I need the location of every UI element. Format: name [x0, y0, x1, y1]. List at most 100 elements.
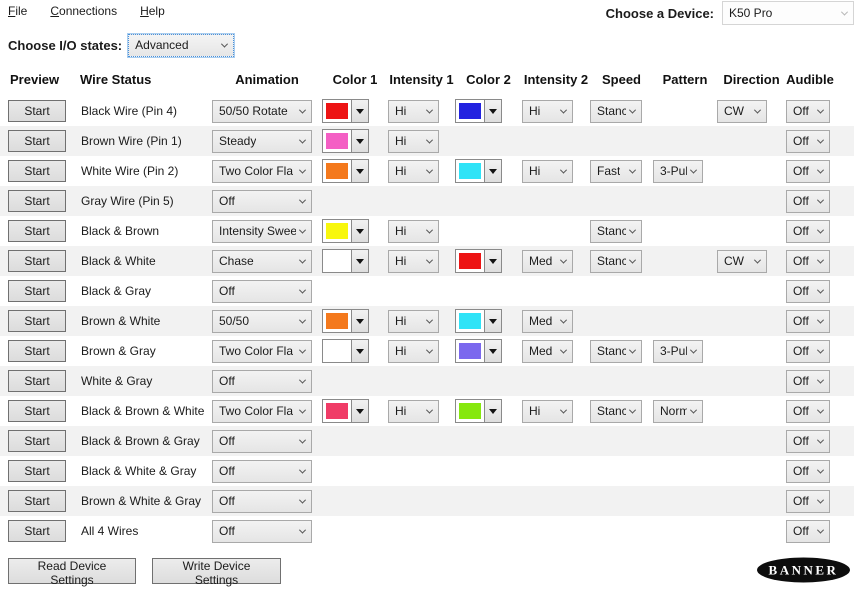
- intensity2-select[interactable]: Med: [522, 310, 573, 333]
- audible-select[interactable]: Off: [786, 100, 830, 123]
- color1-picker-dropdown-button[interactable]: [351, 400, 368, 422]
- start-button[interactable]: Start: [8, 490, 66, 512]
- animation-select[interactable]: Off: [212, 490, 312, 513]
- audible-select[interactable]: Off: [786, 280, 830, 303]
- start-button[interactable]: Start: [8, 430, 66, 452]
- animation-select[interactable]: 50/50 Rotate: [212, 100, 312, 123]
- color1-picker-dropdown-button[interactable]: [351, 250, 368, 272]
- start-button[interactable]: Start: [8, 310, 66, 332]
- audible-select[interactable]: Off: [786, 220, 830, 243]
- start-button[interactable]: Start: [8, 400, 66, 422]
- animation-select[interactable]: Off: [212, 460, 312, 483]
- write-device-settings-button[interactable]: Write Device Settings: [152, 558, 281, 584]
- color2-picker[interactable]: [455, 159, 502, 183]
- color1-picker[interactable]: [322, 219, 369, 243]
- audible-select[interactable]: Off: [786, 430, 830, 453]
- color1-picker[interactable]: [322, 159, 369, 183]
- pattern-select[interactable]: 3-Pul: [653, 160, 703, 183]
- io-states-select[interactable]: Advanced: [128, 34, 234, 57]
- start-button[interactable]: Start: [8, 280, 66, 302]
- color2-picker-dropdown-button[interactable]: [484, 340, 501, 362]
- audible-select[interactable]: Off: [786, 130, 830, 153]
- speed-select[interactable]: Stanc: [590, 400, 642, 423]
- animation-select[interactable]: Intensity Swee: [212, 220, 312, 243]
- intensity2-select[interactable]: Hi: [522, 100, 573, 123]
- pattern-select[interactable]: Norm: [653, 400, 703, 423]
- animation-select[interactable]: Off: [212, 430, 312, 453]
- animation-select[interactable]: 50/50: [212, 310, 312, 333]
- audible-select[interactable]: Off: [786, 520, 830, 543]
- animation-select[interactable]: Chase: [212, 250, 312, 273]
- color1-picker[interactable]: [322, 129, 369, 153]
- menu-connections[interactable]: Connections: [50, 1, 126, 21]
- start-button[interactable]: Start: [8, 460, 66, 482]
- audible-select[interactable]: Off: [786, 340, 830, 363]
- speed-select[interactable]: Stanc: [590, 340, 642, 363]
- color1-picker[interactable]: [322, 99, 369, 123]
- animation-select[interactable]: Off: [212, 520, 312, 543]
- intensity1-select[interactable]: Hi: [388, 310, 439, 333]
- color2-picker[interactable]: [455, 309, 502, 333]
- color1-picker[interactable]: [322, 309, 369, 333]
- start-button[interactable]: Start: [8, 340, 66, 362]
- audible-select[interactable]: Off: [786, 160, 830, 183]
- intensity1-select[interactable]: Hi: [388, 100, 439, 123]
- intensity1-select[interactable]: Hi: [388, 220, 439, 243]
- intensity2-select[interactable]: Med: [522, 250, 573, 273]
- menu-file[interactable]: File: [8, 1, 36, 21]
- animation-select[interactable]: Off: [212, 370, 312, 393]
- color2-picker[interactable]: [455, 99, 502, 123]
- color1-picker-dropdown-button[interactable]: [351, 100, 368, 122]
- start-button[interactable]: Start: [8, 100, 66, 122]
- audible-select[interactable]: Off: [786, 250, 830, 273]
- intensity2-select[interactable]: Hi: [522, 160, 573, 183]
- color1-picker-dropdown-button[interactable]: [351, 220, 368, 242]
- start-button[interactable]: Start: [8, 250, 66, 272]
- color1-picker-dropdown-button[interactable]: [351, 130, 368, 152]
- color1-picker[interactable]: [322, 249, 369, 273]
- pattern-select[interactable]: 3-Pul: [653, 340, 703, 363]
- animation-select[interactable]: Off: [212, 280, 312, 303]
- start-button[interactable]: Start: [8, 370, 66, 392]
- read-device-settings-button[interactable]: Read Device Settings: [8, 558, 136, 584]
- intensity1-select[interactable]: Hi: [388, 340, 439, 363]
- animation-select[interactable]: Two Color Fla: [212, 160, 312, 183]
- color2-picker-dropdown-button[interactable]: [484, 100, 501, 122]
- start-button[interactable]: Start: [8, 160, 66, 182]
- audible-select[interactable]: Off: [786, 400, 830, 423]
- speed-select[interactable]: Stanc: [590, 250, 642, 273]
- audible-select[interactable]: Off: [786, 310, 830, 333]
- color2-picker-dropdown-button[interactable]: [484, 310, 501, 332]
- intensity1-select[interactable]: Hi: [388, 130, 439, 153]
- device-select[interactable]: K50 Pro: [722, 1, 854, 25]
- animation-select[interactable]: Off: [212, 190, 312, 213]
- animation-select[interactable]: Steady: [212, 130, 312, 153]
- color1-picker-dropdown-button[interactable]: [351, 310, 368, 332]
- color2-picker[interactable]: [455, 339, 502, 363]
- color2-picker-dropdown-button[interactable]: [484, 160, 501, 182]
- speed-select[interactable]: Fast: [590, 160, 642, 183]
- start-button[interactable]: Start: [8, 130, 66, 152]
- audible-select[interactable]: Off: [786, 370, 830, 393]
- audible-select[interactable]: Off: [786, 490, 830, 513]
- audible-select[interactable]: Off: [786, 190, 830, 213]
- color2-picker[interactable]: [455, 399, 502, 423]
- intensity1-select[interactable]: Hi: [388, 160, 439, 183]
- color1-picker[interactable]: [322, 399, 369, 423]
- intensity2-select[interactable]: Med: [522, 340, 573, 363]
- intensity1-select[interactable]: Hi: [388, 400, 439, 423]
- color1-picker-dropdown-button[interactable]: [351, 160, 368, 182]
- start-button[interactable]: Start: [8, 220, 66, 242]
- color2-picker-dropdown-button[interactable]: [484, 400, 501, 422]
- speed-select[interactable]: Stanc: [590, 100, 642, 123]
- color1-picker[interactable]: [322, 339, 369, 363]
- start-button[interactable]: Start: [8, 520, 66, 542]
- color2-picker-dropdown-button[interactable]: [484, 250, 501, 272]
- intensity1-select[interactable]: Hi: [388, 250, 439, 273]
- animation-select[interactable]: Two Color Fla: [212, 340, 312, 363]
- intensity2-select[interactable]: Hi: [522, 400, 573, 423]
- color2-picker[interactable]: [455, 249, 502, 273]
- direction-select[interactable]: CW: [717, 250, 767, 273]
- color1-picker-dropdown-button[interactable]: [351, 340, 368, 362]
- animation-select[interactable]: Two Color Fla: [212, 400, 312, 423]
